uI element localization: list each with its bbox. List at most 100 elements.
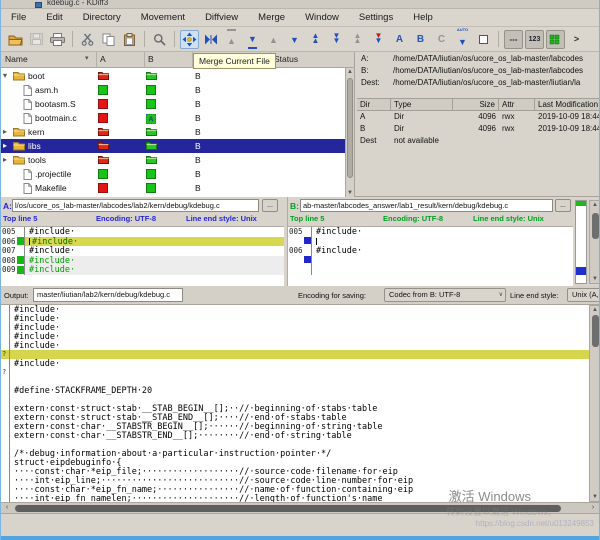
column-header-name[interactable]: Name bbox=[5, 54, 28, 64]
prev-delta-button[interactable]: ▲ bbox=[264, 30, 283, 49]
auto-advance-button[interactable]: AUTO▼ bbox=[453, 30, 472, 49]
merge-code-line bbox=[1, 377, 600, 386]
merge-operation[interactable]: B bbox=[195, 141, 201, 151]
menu-item-settings[interactable]: Settings bbox=[349, 9, 403, 27]
output-label: Output: bbox=[4, 291, 29, 300]
merge-output-editor[interactable]: #include·#include·#include·#include·#inc… bbox=[1, 305, 600, 502]
merge-operation[interactable]: B bbox=[195, 99, 201, 109]
pane-a-editor[interactable]: 005#include·006#include·007#include·008#… bbox=[1, 226, 284, 286]
scroll-down-icon[interactable]: ▼ bbox=[590, 276, 600, 282]
merge-operation[interactable]: B bbox=[195, 155, 201, 165]
merge-operation[interactable]: B bbox=[195, 113, 201, 123]
show-window-button[interactable] bbox=[474, 30, 493, 49]
scroll-up-icon[interactable]: ▲ bbox=[346, 69, 354, 75]
tree-scrollbar[interactable]: ▲ ▼ bbox=[345, 68, 354, 197]
pane-a-path-input[interactable]: l/os/ucore_os_lab-master/labcodes/lab2/k… bbox=[12, 199, 259, 212]
menu-item-edit[interactable]: Edit bbox=[36, 9, 72, 27]
diff-overview-column[interactable] bbox=[575, 200, 587, 284]
menu-item-file[interactable]: File bbox=[1, 9, 36, 27]
pane-b-editor[interactable]: 005#include·006#include· bbox=[288, 226, 573, 286]
choose-c-button[interactable]: C bbox=[432, 30, 451, 49]
tree-row-asm.h[interactable]: asm.hB bbox=[1, 83, 346, 97]
info-table-row: Destnot available bbox=[357, 135, 600, 147]
diff-scrollbar-thumb[interactable] bbox=[592, 213, 599, 239]
toolbar-separator bbox=[144, 31, 145, 47]
menu-item-merge[interactable]: Merge bbox=[248, 9, 295, 27]
show-line-numbers-button[interactable]: 123 bbox=[525, 30, 544, 49]
line-end-select[interactable]: Unix (A, B) bbox=[567, 288, 600, 302]
collapse-icon[interactable]: ▸ bbox=[3, 127, 7, 136]
collapse-icon[interactable]: ▸ bbox=[3, 155, 7, 164]
column-header-b[interactable]: B bbox=[148, 54, 154, 64]
merge-operation[interactable]: B bbox=[195, 183, 201, 193]
merge-scrollbar[interactable]: ▲ ▼ bbox=[589, 305, 600, 502]
column-header-a[interactable]: A bbox=[100, 54, 106, 64]
paste-button[interactable] bbox=[120, 30, 139, 49]
tree-row-boot[interactable]: ▾bootB bbox=[1, 69, 346, 83]
find-button[interactable] bbox=[150, 30, 169, 49]
line-end-style-label: Line end style: bbox=[510, 291, 558, 300]
merge-operation[interactable]: B bbox=[195, 127, 201, 137]
pane-b-browse-button[interactable]: ... bbox=[555, 199, 571, 212]
diff-pane-b: B: ab-master/labcodes_answer/lab1_result… bbox=[287, 197, 573, 286]
merge-operation[interactable]: B bbox=[195, 169, 201, 179]
window-title: kdebug.c - KDiff3 bbox=[47, 0, 108, 7]
merge-operation[interactable]: B bbox=[195, 71, 201, 81]
next-unsolved-conflict-button[interactable]: ▼▼ bbox=[369, 30, 388, 49]
menu-item-help[interactable]: Help bbox=[403, 9, 443, 27]
tree-row-tools[interactable]: ▸toolsB bbox=[1, 153, 346, 167]
print-button[interactable] bbox=[48, 30, 67, 49]
next-conflict-button[interactable]: ▼▼ bbox=[327, 30, 346, 49]
open-button[interactable] bbox=[6, 30, 25, 49]
choose-b-button[interactable]: B bbox=[411, 30, 430, 49]
next-delta-button[interactable]: ▼ bbox=[285, 30, 304, 49]
tree-row-kern[interactable]: ▸kernB bbox=[1, 125, 346, 139]
collapse-icon[interactable]: ▸ bbox=[3, 141, 7, 150]
info-a-path: /home/DATA/liutian/os/ucore_os_lab-maste… bbox=[393, 54, 583, 63]
tree-row-Makefile[interactable]: MakefileB bbox=[1, 181, 346, 195]
tree-scrollbar-thumb[interactable] bbox=[347, 78, 353, 178]
menu-item-directory[interactable]: Directory bbox=[73, 9, 131, 27]
copy-button[interactable] bbox=[99, 30, 118, 49]
toolbar-overflow-button[interactable]: > bbox=[567, 30, 586, 49]
prev-conflict-button[interactable]: ▲▲ bbox=[306, 30, 325, 49]
go-first-delta-button[interactable]: ▲ bbox=[222, 30, 241, 49]
output-path-input[interactable]: master/liutian/lab2/kern/debug/kdebug.c bbox=[33, 288, 183, 302]
merge-operation[interactable]: B bbox=[195, 85, 201, 95]
scroll-right-icon[interactable]: › bbox=[587, 503, 599, 513]
go-current-delta-button[interactable] bbox=[201, 30, 220, 49]
tree-row-bootasm.S[interactable]: bootasm.SB bbox=[1, 97, 346, 111]
pane-a-browse-button[interactable]: ... bbox=[262, 199, 278, 212]
show-whitespace-button[interactable]: --- bbox=[504, 30, 523, 49]
choose-a-button[interactable]: A bbox=[390, 30, 409, 49]
prev-unsolved-conflict-button[interactable]: ▲▲ bbox=[348, 30, 367, 49]
info-table-header-row: DirTypeSizeAttrLast Modification bbox=[357, 98, 600, 111]
menu-item-diffview[interactable]: Diffview bbox=[195, 9, 248, 27]
tree-row-bootmain.c[interactable]: bootmain.cAB bbox=[1, 111, 346, 125]
merge-scrollbar-thumb[interactable] bbox=[592, 315, 599, 347]
column-a-state-icon bbox=[98, 113, 108, 125]
scroll-left-icon[interactable]: ‹ bbox=[1, 503, 13, 513]
merge-current-file-button[interactable] bbox=[180, 30, 199, 49]
scroll-up-icon[interactable]: ▲ bbox=[590, 202, 600, 208]
word-wrap-button[interactable] bbox=[546, 30, 565, 49]
diff-scrollbar[interactable]: ▲ ▼ bbox=[589, 200, 600, 284]
tree-row-.projectile[interactable]: .projectileB bbox=[1, 167, 346, 181]
menu-item-window[interactable]: Window bbox=[295, 9, 349, 27]
tree-row-libs[interactable]: ▸libsB bbox=[1, 139, 346, 153]
info-table-cell: 2019-10-09 18:44 bbox=[535, 111, 600, 123]
file-tree[interactable]: Name ▾ A B Status ▾bootBasm.hBbootasm.SB… bbox=[1, 52, 355, 197]
column-a-state-icon bbox=[98, 85, 108, 97]
scroll-down-icon[interactable]: ▼ bbox=[346, 190, 354, 196]
menu-item-movement[interactable]: Movement bbox=[131, 9, 195, 27]
toolbar-separator bbox=[72, 31, 73, 47]
column-header-status[interactable]: Status bbox=[274, 54, 298, 64]
scroll-down-icon[interactable]: ▼ bbox=[590, 494, 600, 500]
scroll-up-icon[interactable]: ▲ bbox=[590, 307, 600, 313]
go-last-delta-button[interactable]: ▼ bbox=[243, 30, 262, 49]
expand-icon[interactable]: ▾ bbox=[3, 71, 7, 80]
encoding-select[interactable]: Codec from B: UTF-8 bbox=[384, 288, 506, 302]
pane-b-path-input[interactable]: ab-master/labcodes_answer/lab1_result/ke… bbox=[300, 199, 553, 212]
save-button[interactable] bbox=[27, 30, 46, 49]
cut-button[interactable] bbox=[78, 30, 97, 49]
